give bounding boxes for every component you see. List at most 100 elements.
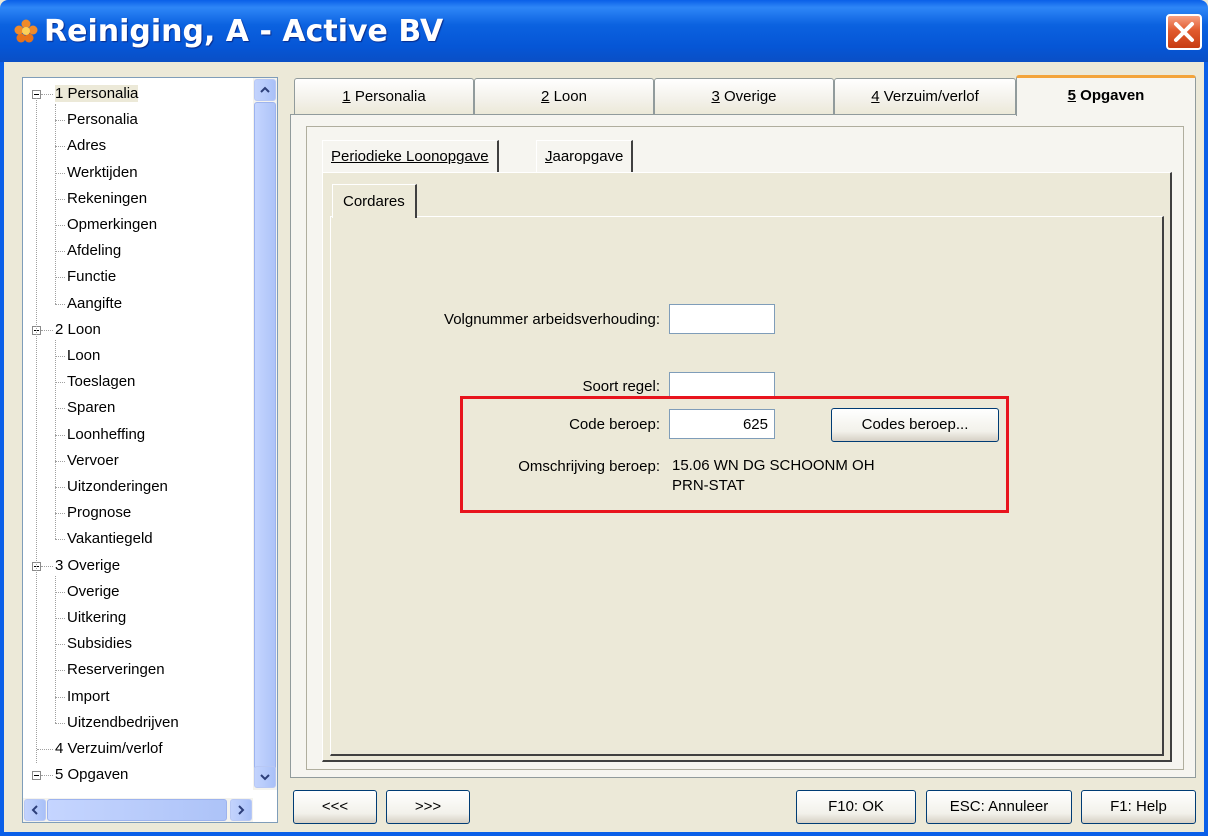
tree-item-label: Vakantiegeld [67,530,153,548]
tree-connector [55,722,65,724]
tree-item[interactable]: Overige [67,580,120,604]
tree-horizontal-scrollbar[interactable] [23,798,253,822]
tree-item-label: 5 Opgaven [55,766,129,784]
collapse-toggle[interactable] [32,771,41,781]
subtab-label: Periodieke Loonopgave [331,148,489,165]
main-tabs: 1 Personalia 2 Loon 3 Overige 4 Verzuim/… [290,75,1196,116]
tree-connector [55,382,65,384]
scroll-thumb[interactable] [254,102,276,770]
scroll-left-button[interactable] [24,799,46,821]
cancel-button[interactable]: ESC: Annuleer [926,790,1072,824]
volgnummer-input[interactable] [669,304,775,334]
tree-connector [55,408,65,410]
tab-key: 3 [711,88,720,105]
tree-connector [55,644,65,646]
tree-item[interactable]: Rekeningen [67,187,147,211]
tab-key: 5 [1067,87,1076,104]
tree-group-item[interactable]: 1 Personalia [55,82,139,106]
tab-verzuim-verlof[interactable]: 4 Verzuim/verlof [834,78,1016,114]
volgnummer-label: Volgnummer arbeidsverhouding: [444,311,660,328]
scroll-down-button[interactable] [254,766,276,788]
tree-connector [41,565,53,567]
tree-connector [55,696,65,698]
tree-item-label: 1 Personalia [55,85,139,102]
tree-group-item[interactable]: 5 Opgaven [55,763,128,787]
tree-item[interactable]: Vakantiegeld [67,527,153,551]
tab-key: 2 [541,88,550,105]
tree-connector [55,339,56,540]
tree-item[interactable]: Loonheffing [67,423,145,447]
tab-personalia[interactable]: 1 Personalia [294,78,474,114]
tree-item[interactable]: Functie [67,265,116,289]
tree-item-label: Opmerkingen [67,216,158,233]
navigation-tree[interactable]: 1 Personalia Personalia Adres Werktijden Rek… [22,77,278,823]
tree-vertical-scrollbar[interactable] [253,78,277,790]
soort-regel-input[interactable] [669,372,775,398]
tree-connector [55,198,65,200]
help-button[interactable]: F1: Help [1081,790,1196,824]
tree-item-label: Rekeningen [67,189,148,207]
tree-item[interactable]: Uitzonderingen [67,475,168,499]
tree-item[interactable]: Sparen [67,396,115,420]
tree-item-label: Loonheffing [67,425,146,443]
tree-item-label: Aangifte [67,294,123,312]
tree-connector [55,277,65,279]
tab-key: 1 [342,88,351,105]
tree-item[interactable]: Aangifte [67,292,122,316]
tree-item[interactable]: Loon [67,344,100,368]
tab-loon[interactable]: 2 Loon [474,78,654,114]
subtab-label: Cordares [343,193,405,210]
subtab-cordares[interactable]: Cordares [332,184,417,218]
hscroll-thumb[interactable] [47,799,227,821]
ok-button[interactable]: F10: OK [796,790,916,824]
tab-label: Loon [553,88,587,105]
tab-overige[interactable]: 3 Overige [654,78,834,114]
tab-label: Overige [723,88,777,105]
tree-connector [55,513,65,515]
tree-item[interactable]: Reserveringen [67,658,165,682]
tree-item-label: Prognose [67,504,132,522]
tree-item-label: Personalia [67,111,138,129]
tree-item-label: Afdeling [67,242,122,260]
tree-connector [37,749,53,750]
scroll-right-button[interactable] [230,799,252,821]
soort-regel-label: Soort regel: [582,378,660,395]
title-bar: Reiniging, A - Active BV [0,0,1208,62]
tree-item[interactable]: Vervoer [67,449,119,473]
tree-group-item[interactable]: 2 Loon [55,318,101,342]
tree-item[interactable]: Uitzendbedrijven [67,711,179,735]
window-title: Reiniging, A - Active BV [44,14,444,49]
close-button[interactable] [1166,14,1202,50]
tree-item-label: 2 Loon [55,320,101,338]
tree-item[interactable]: Prognose [67,501,131,525]
tree-group-item[interactable]: 3 Overige [55,554,120,578]
tree-item[interactable]: Personalia [67,108,138,132]
subtab-jaaropgave[interactable]: Jaaropgave [536,140,634,172]
tree-item[interactable]: Opmerkingen [67,213,157,237]
tab-opgaven[interactable]: 5 Opgaven [1016,75,1196,116]
tree-connector [55,251,65,253]
tree-item[interactable]: Subsidies [67,632,132,656]
subtab-periodieke-loonopgave[interactable]: Periodieke Loonopgave [322,140,499,172]
tree-item-label: Import [67,687,110,705]
tree-item[interactable]: Import [67,685,110,709]
chevron-down-icon [260,774,270,781]
tree-item-label: 3 Overige [55,556,121,574]
tab-key: 4 [871,88,880,105]
tree-item[interactable]: Toeslagen [67,370,135,394]
tree-item-label: Functie [67,268,117,286]
tree-item[interactable]: Werktijden [67,161,138,185]
tree-item-label: Adres [67,137,107,155]
tree-item[interactable]: Uitkering [67,606,126,630]
tree-item[interactable]: Adres [67,134,106,158]
tree-item-label: 4 Verzuim/verlof [55,740,163,757]
chevron-left-icon [31,805,38,815]
tree-item[interactable]: Afdeling [67,239,121,263]
previous-button[interactable]: <<< [293,790,377,824]
tree-connector [55,104,56,304]
close-icon [1174,22,1194,42]
tree-group-item[interactable]: 4 Verzuim/verlof [55,737,163,761]
scroll-up-button[interactable] [254,79,276,101]
next-button[interactable]: >>> [386,790,470,824]
tree-connector [41,94,53,95]
